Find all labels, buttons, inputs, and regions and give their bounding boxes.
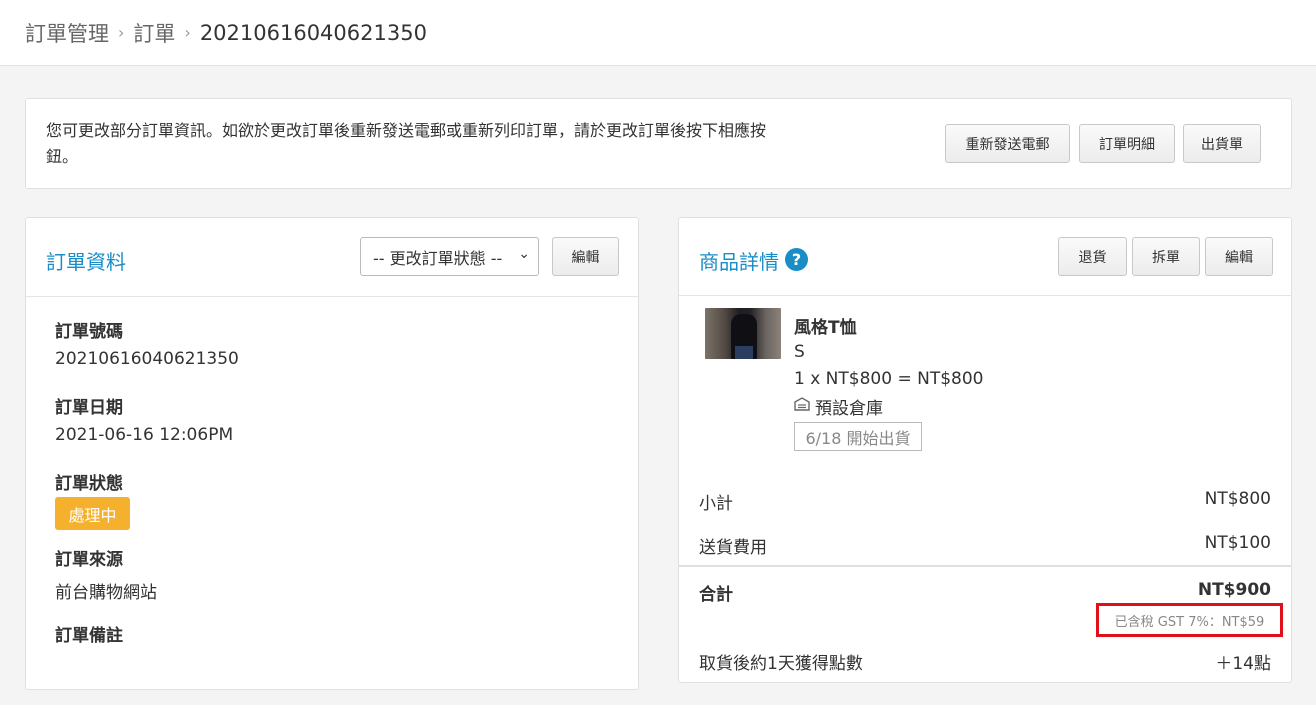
return-button[interactable]: 退貨 <box>1058 237 1127 276</box>
chevron-down-icon: ⌄ <box>518 246 530 262</box>
question-circle-icon[interactable]: ? <box>785 248 808 271</box>
subtotal-label: 小計 <box>699 494 733 514</box>
total-value: NT$900 <box>1197 580 1271 600</box>
order-details-button[interactable]: 訂單明細 <box>1079 124 1175 163</box>
delivery-note-button[interactable]: 出貨單 <box>1183 124 1261 163</box>
order-status-select[interactable]: -- 更改訂單狀態 -- ⌄ <box>360 237 539 276</box>
order-date-label: 訂單日期 <box>55 398 123 418</box>
order-info-card: 訂單資料 -- 更改訂單狀態 -- ⌄ 編輯 訂單號碼 202106160406… <box>25 217 639 690</box>
product-thumbnail[interactable] <box>705 308 781 359</box>
breadcrumb-orders-management[interactable]: 訂單管理 <box>25 18 109 48</box>
total-label: 合計 <box>699 585 733 605</box>
order-status-label: 訂單狀態 <box>55 474 123 494</box>
order-info-title: 訂單資料 <box>46 250 126 274</box>
divider <box>679 295 1291 296</box>
order-number-label: 訂單號碼 <box>55 322 123 342</box>
product-details-card: 商品詳情 ? 退貨 拆單 編輯 風格T恤 S 1 x NT$800 = NT$8… <box>678 217 1292 683</box>
warehouse-name: 預設倉庫 <box>815 399 883 419</box>
points-value: ＋14點 <box>1215 654 1271 674</box>
shipping-fee-value: NT$100 <box>1204 533 1271 553</box>
product-thumbnail-detail <box>735 346 753 359</box>
status-badge: 處理中 <box>55 497 130 530</box>
breadcrumb-orders[interactable]: 訂單 <box>133 18 175 48</box>
notice-panel: 您可更改部分訂單資訊。如欲於更改訂單後重新發送電郵或重新列印訂單，請於更改訂單後… <box>25 98 1292 189</box>
order-date-value: 2021-06-16 12:06PM <box>55 425 234 445</box>
product-variant: S <box>794 342 805 362</box>
order-status-select-value: -- 更改訂單狀態 -- <box>373 248 503 268</box>
resend-email-button[interactable]: 重新發送電郵 <box>945 124 1070 163</box>
order-source-label: 訂單來源 <box>55 550 123 570</box>
order-source-value: 前台購物網站 <box>55 583 157 603</box>
order-info-edit-button[interactable]: 編輯 <box>552 237 619 276</box>
order-number-value: 20210616040621350 <box>55 349 239 369</box>
divider <box>26 296 638 297</box>
breadcrumb-separator-icon: › <box>184 23 191 42</box>
breadcrumb-current-order: 20210616040621350 <box>199 20 427 45</box>
product-price-line: 1 x NT$800 = NT$800 <box>794 369 984 389</box>
shipping-date-tag: 6/18 開始出貨 <box>794 422 922 451</box>
tax-note: 已含稅 GST 7%：NT$59 <box>1096 603 1283 637</box>
warehouse-icon <box>794 397 810 411</box>
points-label: 取貨後約1天獲得點數 <box>699 654 863 674</box>
breadcrumb: 訂單管理 › 訂單 › 20210616040621350 <box>0 0 1316 66</box>
shipping-fee-label: 送貨費用 <box>699 538 767 558</box>
order-remarks-label: 訂單備註 <box>55 626 123 646</box>
divider <box>679 565 1291 567</box>
notice-text: 您可更改部分訂單資訊。如欲於更改訂單後重新發送電郵或重新列印訂單，請於更改訂單後… <box>46 121 767 166</box>
product-edit-button[interactable]: 編輯 <box>1205 237 1273 276</box>
product-name[interactable]: 風格T恤 <box>794 313 857 338</box>
subtotal-value: NT$800 <box>1204 489 1271 509</box>
breadcrumb-separator-icon: › <box>118 23 125 42</box>
split-order-button[interactable]: 拆單 <box>1132 237 1200 276</box>
product-details-title: 商品詳情 <box>699 250 779 274</box>
